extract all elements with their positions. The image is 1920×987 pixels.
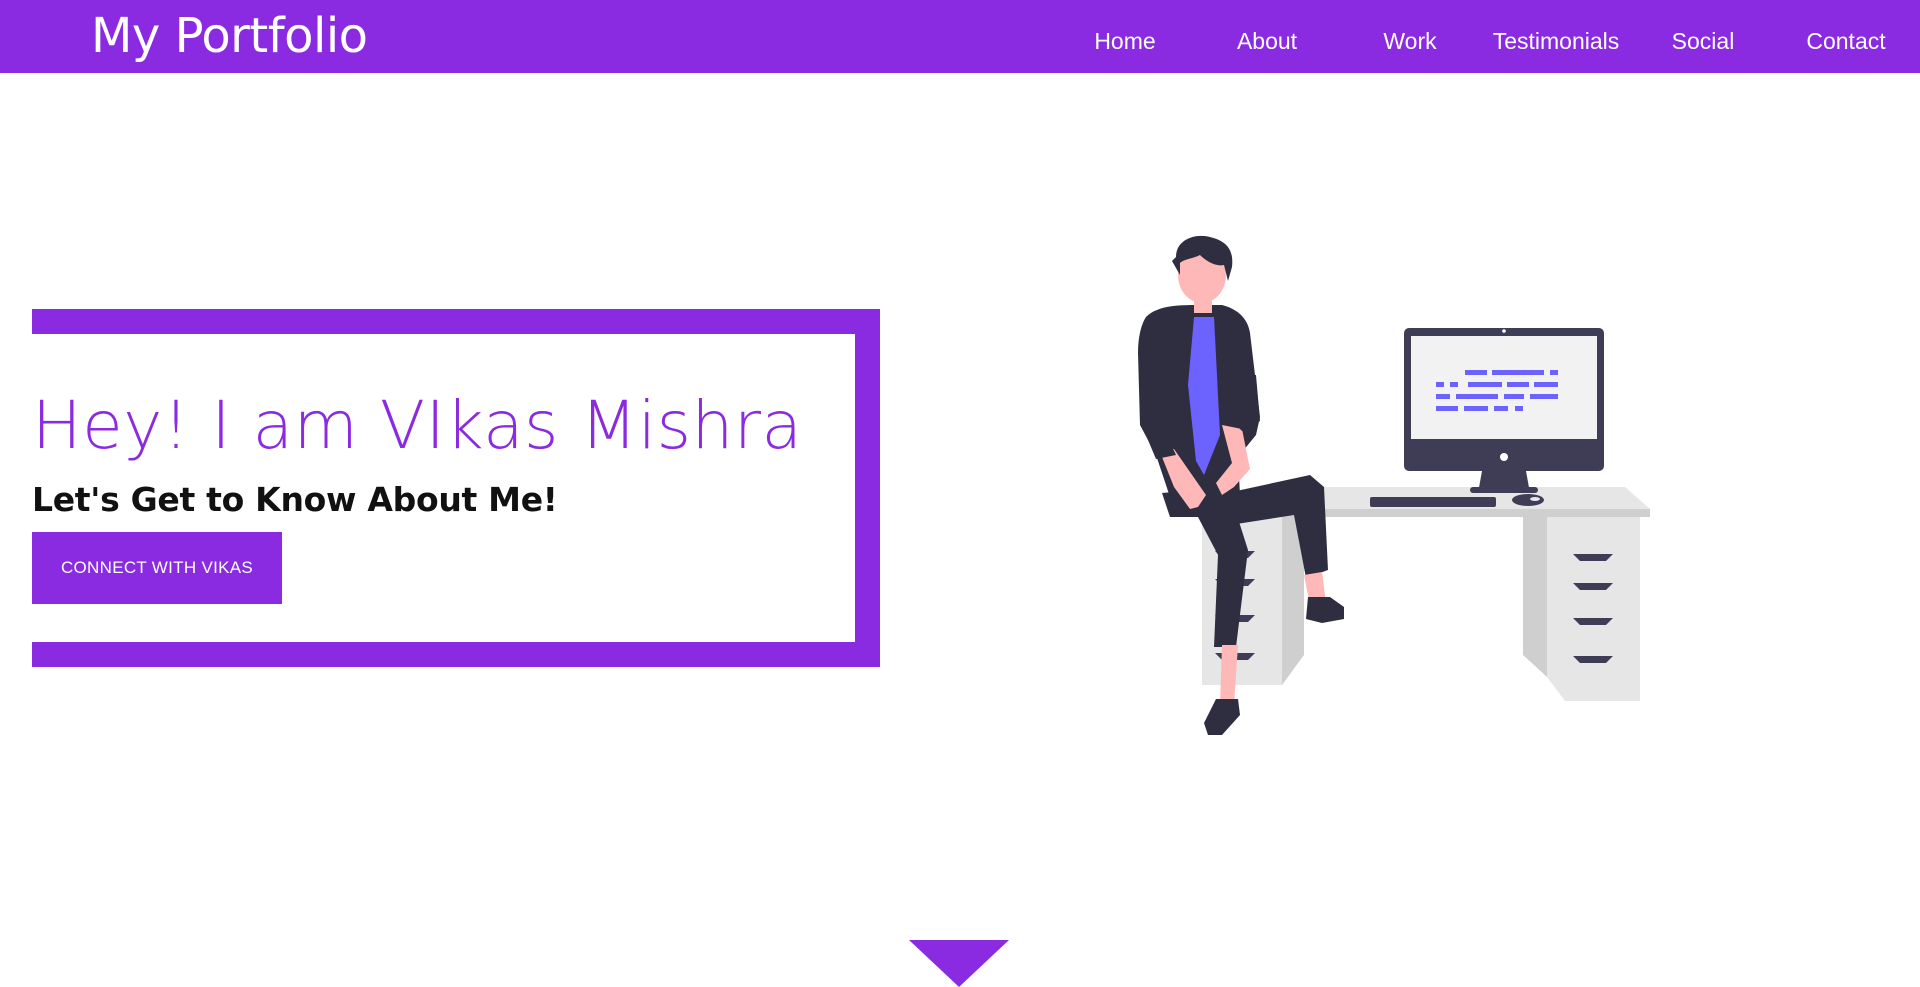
nav-work[interactable]: Work (1383, 26, 1436, 56)
nav-about[interactable]: About (1237, 26, 1297, 56)
connect-button[interactable]: CONNECT WITH VIKAS (32, 532, 282, 604)
nav-testimonials[interactable]: Testimonials (1493, 26, 1620, 56)
person-at-desk-illustration (1138, 235, 1650, 735)
hero-title: Hey! I am VIkas Mishra (32, 387, 803, 464)
nav-social[interactable]: Social (1672, 26, 1735, 56)
down-triangle-icon[interactable] (909, 940, 1009, 987)
hero-subtitle: Let's Get to Know About Me! (32, 480, 558, 519)
brand-logo[interactable]: My Portfolio (91, 6, 368, 66)
nav-home[interactable]: Home (1094, 26, 1155, 56)
navbar: My Portfolio Home About Work Testimonial… (0, 0, 1920, 73)
nav-contact[interactable]: Contact (1806, 26, 1885, 56)
